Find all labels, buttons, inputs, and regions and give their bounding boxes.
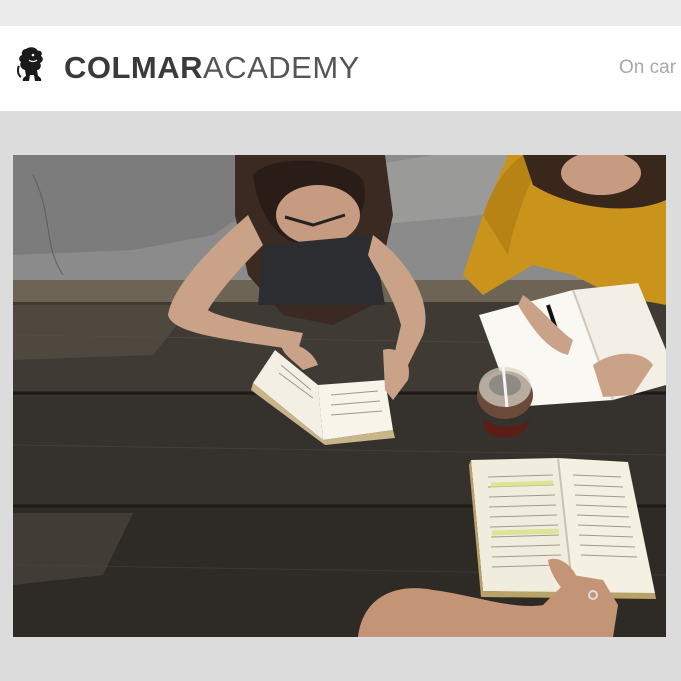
lion-logo-icon[interactable] <box>16 46 48 82</box>
students-studying-photo <box>13 155 666 637</box>
nav-link-on-campus[interactable]: On car <box>619 57 676 79</box>
brand-light-text: ACADEMY <box>203 50 360 85</box>
top-strip <box>0 0 681 26</box>
hero-image <box>13 155 666 637</box>
brand-wordmark[interactable]: COLMARACADEMY <box>64 50 360 86</box>
site-header: COLMARACADEMY On car <box>0 26 681 111</box>
brand-bold-text: COLMAR <box>64 50 204 85</box>
